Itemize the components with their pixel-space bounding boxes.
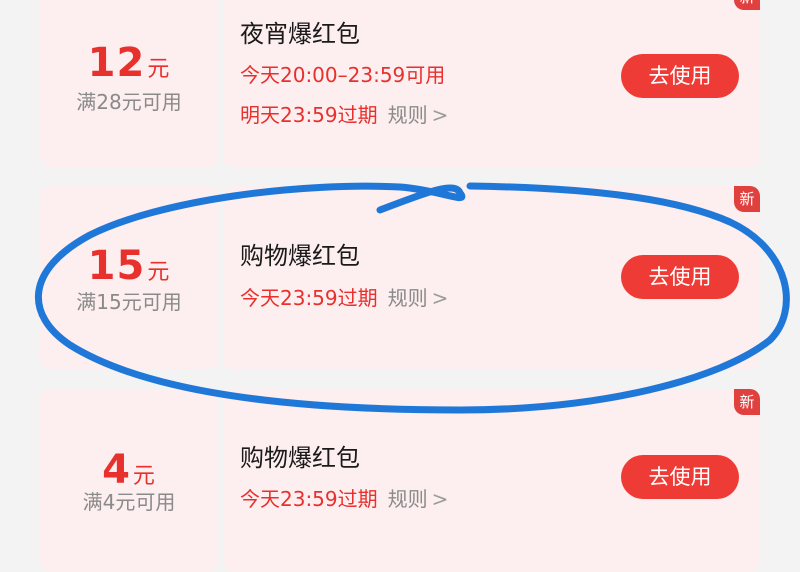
coupon-title: 购物爆红包 xyxy=(240,444,360,472)
rule-link[interactable]: 规则 > xyxy=(388,286,449,310)
coupon-time-window: 今天20:00–23:59可用 xyxy=(240,63,446,87)
coupon-expiry-row: 今天23:59过期 规则 > xyxy=(240,489,448,509)
coupon-expiry-row: 今天23:59过期 规则 > xyxy=(240,288,448,308)
coupon-list: 12元 满28元可用 新 夜宵爆红包 今天20:00–23:59可用 明天23:… xyxy=(0,0,800,572)
coupon-threshold: 满15元可用 xyxy=(76,290,182,314)
coupon-amount: 15元 xyxy=(87,243,171,289)
chevron-right-icon: > xyxy=(431,103,449,127)
use-coupon-button[interactable]: 去使用 xyxy=(621,54,739,98)
new-badge: 新 xyxy=(734,389,760,415)
use-coupon-button[interactable]: 去使用 xyxy=(621,455,739,499)
chevron-right-icon: > xyxy=(431,286,449,310)
rule-link[interactable]: 规则 > xyxy=(388,487,449,511)
use-coupon-button[interactable]: 去使用 xyxy=(621,255,739,299)
new-badge: 新 xyxy=(734,0,760,10)
coupon-expiry: 今天23:59过期 xyxy=(240,286,378,310)
coupon-amount: 4元 xyxy=(102,447,156,493)
new-badge: 新 xyxy=(734,186,760,212)
rule-link[interactable]: 规则 > xyxy=(388,103,449,127)
coupon-threshold: 满28元可用 xyxy=(76,90,182,114)
coupon-title: 购物爆红包 xyxy=(240,242,360,270)
coupon-card: 15元 满15元可用 新 购物爆红包 今天23:59过期 规则 > 去使用 xyxy=(40,186,760,369)
coupon-card: 4元 满4元可用 新 购物爆红包 今天23:59过期 规则 > 去使用 xyxy=(40,389,760,572)
coupon-card: 12元 满28元可用 新 夜宵爆红包 今天20:00–23:59可用 明天23:… xyxy=(40,0,760,167)
coupon-expiry: 今天23:59过期 xyxy=(240,487,378,511)
coupon-title: 夜宵爆红包 xyxy=(240,20,360,48)
coupon-expiry: 明天23:59过期 xyxy=(240,103,378,127)
coupon-expiry-row: 明天23:59过期 规则 > xyxy=(240,105,448,125)
coupon-amount-panel: 4元 满4元可用 xyxy=(40,389,218,572)
coupon-threshold: 满4元可用 xyxy=(82,490,176,514)
coupon-amount-panel: 12元 满28元可用 xyxy=(40,0,218,167)
coupon-amount-panel: 15元 满15元可用 xyxy=(40,186,218,369)
coupon-amount: 12元 xyxy=(87,40,171,86)
chevron-right-icon: > xyxy=(431,487,449,511)
